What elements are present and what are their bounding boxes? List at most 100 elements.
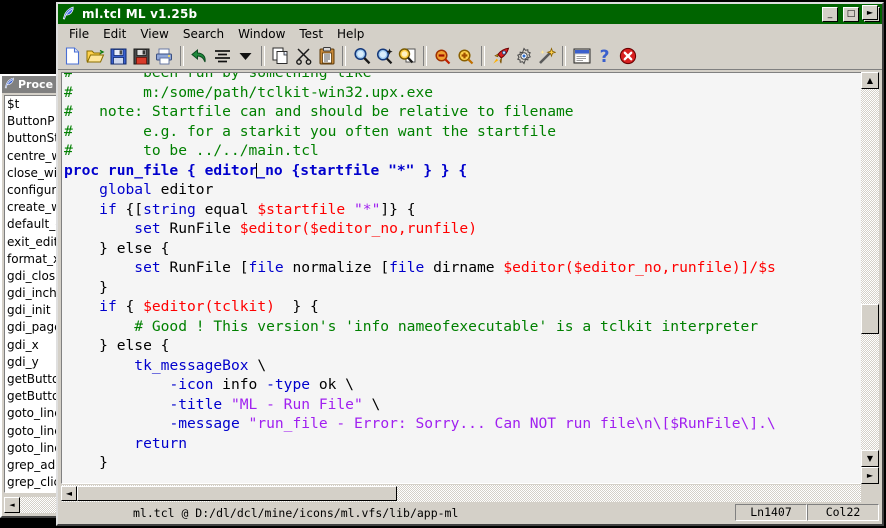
menu-search[interactable]: Search — [176, 26, 231, 42]
code-line: if { $editor(tclkit) } { — [64, 297, 776, 317]
titlebar[interactable]: ml.tcl ML v1.25b _ □ × — [58, 4, 882, 24]
list-item[interactable]: goto_line — [5, 405, 58, 422]
find-next-magnifier-icon — [376, 47, 394, 65]
list-item[interactable]: gdi_x — [5, 337, 58, 354]
help-question-button[interactable]: ? — [593, 45, 616, 67]
magic-wand-button[interactable] — [535, 45, 558, 67]
list-item[interactable]: gdi_inch — [5, 285, 58, 302]
toolbar[interactable]: ? — [58, 43, 882, 70]
list-item[interactable]: ButtonP — [5, 113, 58, 130]
procedures-hscroll-left-button[interactable]: ◄ — [4, 497, 20, 513]
console-window-button[interactable] — [570, 45, 593, 67]
zoom-in-button[interactable] — [454, 45, 477, 67]
toolbar-separator — [261, 46, 265, 66]
menu-help[interactable]: Help — [330, 26, 371, 42]
list-item[interactable]: format_x — [5, 251, 58, 268]
code-token: \ — [248, 356, 267, 374]
list-item[interactable]: getButto — [5, 371, 58, 388]
scroll-down-button[interactable]: ▼ — [861, 450, 879, 467]
list-item[interactable]: goto_line — [5, 423, 58, 440]
horizontal-scroll-thumb[interactable] — [77, 486, 397, 501]
list-item[interactable]: buttonSt — [5, 130, 58, 147]
code-token: proc run_file { editor — [64, 161, 258, 179]
maximize-button[interactable]: □ — [843, 6, 859, 22]
list-item[interactable]: goto_line — [5, 440, 58, 457]
procedures-window[interactable]: Proce $t ButtonP buttonSt centre_w close_wi c… — [0, 74, 62, 518]
code-line: return — [64, 434, 776, 454]
procedures-hscrollbar[interactable]: ◄ — [4, 496, 60, 514]
list-item[interactable]: configure — [5, 182, 58, 199]
list-item[interactable]: create_w — [5, 199, 58, 216]
procedures-window-titlebar[interactable]: Proce — [2, 76, 60, 93]
list-item[interactable]: centre_w — [5, 148, 58, 165]
code-token: set — [134, 220, 161, 237]
code-token: } } { — [414, 161, 468, 179]
scroll-extra-button[interactable]: ► — [861, 467, 879, 484]
list-item[interactable]: gdi_page — [5, 319, 58, 336]
cut-scissors-button[interactable] — [292, 45, 315, 67]
new-file-button[interactable] — [61, 45, 84, 67]
screen: Proce $t ButtonP buttonSt centre_w close_wi c… — [0, 0, 886, 528]
code-token: -icon — [169, 376, 214, 393]
code-token: { — [116, 298, 144, 315]
vertical-scroll-thumb[interactable] — [861, 304, 879, 334]
find-in-files-button[interactable] — [396, 45, 419, 67]
code-token: { — [151, 239, 170, 257]
find-magnifier-button[interactable] — [350, 45, 373, 67]
indent-lines-button[interactable] — [211, 45, 234, 67]
list-item[interactable]: exit_edit — [5, 234, 58, 251]
menu-edit[interactable]: Edit — [96, 26, 133, 42]
gear-settings-button[interactable] — [512, 45, 535, 67]
code-token: $editor(tclkit) — [143, 298, 275, 315]
scroll-right-button[interactable]: ► — [862, 5, 878, 20]
editor-horizontal-scrollbar[interactable]: ◄ — [61, 485, 861, 502]
scroll-left-button[interactable]: ◄ — [61, 486, 77, 501]
code-text[interactable]: # been run by something like # m:/some/pa… — [64, 73, 776, 473]
procedures-list[interactable]: $t ButtonP buttonSt centre_w close_wi configu… — [4, 95, 59, 493]
paste-clipboard-button[interactable] — [315, 45, 338, 67]
code-token: ,runfile)]/ — [661, 259, 759, 276]
close-stop-button[interactable] — [616, 45, 639, 67]
cut-scissors-icon — [295, 47, 313, 65]
procedures-hscroll-trough[interactable] — [20, 497, 60, 513]
code-token: # e.g. for a starkit you often want the … — [64, 122, 557, 140]
list-item[interactable]: grep_add — [5, 457, 58, 474]
menubar[interactable]: File Edit View Search Window Test Help — [58, 24, 882, 43]
copy-button[interactable] — [269, 45, 292, 67]
code-token: -message — [169, 415, 240, 432]
list-item[interactable]: gdi_clos — [5, 268, 58, 285]
save-disk-button[interactable] — [107, 45, 130, 67]
undo-arrow-button[interactable] — [188, 45, 211, 67]
find-next-magnifier-button[interactable] — [373, 45, 396, 67]
list-item[interactable]: grep_clic — [5, 474, 58, 491]
list-item[interactable]: $t — [5, 96, 58, 113]
code-token: RunFile — [160, 220, 240, 237]
list-item[interactable]: default_c — [5, 216, 58, 233]
editor-vertical-scrollbar[interactable]: ▲ ▼ ► — [861, 72, 879, 484]
menu-window[interactable]: Window — [231, 26, 292, 42]
zoom-out-button[interactable] — [431, 45, 454, 67]
list-item[interactable]: getButto — [5, 388, 58, 405]
list-item[interactable]: close_wi — [5, 165, 58, 182]
menu-view[interactable]: View — [133, 26, 175, 42]
rocket-run-button[interactable] — [489, 45, 512, 67]
code-token: ,runfile) — [397, 220, 477, 237]
menu-file[interactable]: File — [62, 26, 96, 42]
printer-button[interactable] — [153, 45, 176, 67]
code-editor[interactable]: # been run by something like # m:/some/pa… — [61, 72, 879, 484]
list-item[interactable]: gdi_init — [5, 302, 58, 319]
toolbar-group-7: ? — [570, 45, 639, 67]
list-item[interactable]: gdi_y — [5, 354, 58, 371]
open-folder-button[interactable] — [84, 45, 107, 67]
chevron-down-button[interactable] — [234, 45, 257, 67]
save-as-disk-button[interactable] — [130, 45, 153, 67]
minimize-button[interactable]: _ — [822, 6, 838, 22]
scroll-up-button[interactable]: ▲ — [861, 72, 879, 89]
list-item[interactable]: grep_sea — [5, 491, 58, 492]
code-token: $editor_no — [310, 220, 398, 237]
menu-test[interactable]: Test — [292, 26, 330, 42]
code-line: } else { — [64, 239, 776, 259]
